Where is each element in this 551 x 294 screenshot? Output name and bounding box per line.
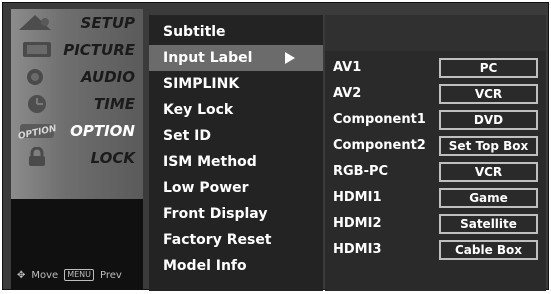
prev-label: Prev (100, 269, 122, 281)
menu-item-key-lock[interactable]: Key Lock (149, 97, 323, 123)
menu-item-label: Set ID (163, 128, 211, 144)
submenu-arrow-icon (285, 52, 295, 64)
nav-option[interactable]: OPTION OPTION (11, 117, 143, 144)
input-name: AV1 (333, 60, 362, 75)
input-label-panel: AV1 PC AV2 VCR Component1 DVD Component2… (325, 15, 546, 291)
input-label-value[interactable]: VCR (439, 162, 538, 182)
option-icon: OPTION (17, 124, 58, 141)
option-menu: Subtitle Input Label SIMPLINK Key Lock S… (149, 15, 323, 291)
nav-setup-label: SETUP (80, 13, 135, 32)
clock-icon (28, 95, 46, 113)
menu-key-icon: MENU (64, 269, 95, 281)
input-name: AV2 (333, 86, 362, 101)
menu-item-label: Model Info (163, 258, 247, 274)
menu-item-label: Key Lock (163, 102, 234, 118)
input-name: HDMI3 (333, 242, 382, 257)
menu-item-label: SIMPLINK (163, 76, 240, 92)
nav-picture-label: PICTURE (63, 40, 135, 59)
menu-item-label: Subtitle (163, 24, 226, 40)
menu-item-label: Input Label (163, 50, 253, 66)
menu-item-model-info[interactable]: Model Info (149, 253, 323, 279)
input-row-hdmi1: HDMI1 Game (325, 185, 546, 211)
nav-picture[interactable]: PICTURE (11, 36, 143, 63)
menu-item-label: Factory Reset (163, 232, 272, 248)
input-name: RGB-PC (333, 164, 389, 179)
input-row-av2: AV2 VCR (325, 81, 546, 107)
category-list: SETUP PICTURE AUDIO TIME OPTION OPTION L… (11, 9, 143, 199)
input-row-hdmi2: HDMI2 Satellite (325, 211, 546, 237)
input-name: HDMI2 (333, 216, 382, 231)
input-name: HDMI1 (333, 190, 382, 205)
nav-audio[interactable]: AUDIO (11, 63, 143, 90)
setup-icon (19, 15, 51, 30)
input-row-hdmi3: HDMI3 Cable Box (325, 237, 546, 263)
lock-icon (29, 147, 45, 166)
menu-item-input-label[interactable]: Input Label (149, 45, 323, 71)
input-label-value[interactable]: VCR (439, 84, 538, 104)
input-label-value[interactable]: PC (439, 58, 538, 78)
input-name: Component2 (333, 138, 426, 153)
menu-item-factory-reset[interactable]: Factory Reset (149, 227, 323, 253)
input-row-component2: Component2 Set Top Box (325, 133, 546, 159)
nav-time-label: TIME (94, 94, 135, 113)
menu-item-label: Front Display (163, 206, 268, 222)
input-name: Component1 (333, 112, 426, 127)
input-label-value[interactable]: Satellite (439, 214, 538, 234)
move-label: Move (31, 269, 59, 281)
input-row-av1: AV1 PC (325, 55, 546, 81)
move-icon: ✥ (17, 269, 26, 281)
nav-option-label: OPTION (70, 121, 135, 140)
menu-item-label: Low Power (163, 180, 249, 196)
input-label-value[interactable]: DVD (439, 110, 538, 130)
audio-icon (27, 69, 43, 85)
input-row-component1: Component1 DVD (325, 107, 546, 133)
nav-lock[interactable]: LOCK (11, 144, 143, 171)
left-category-panel: SETUP PICTURE AUDIO TIME OPTION OPTION L… (11, 9, 143, 289)
menu-item-set-id[interactable]: Set ID (149, 123, 323, 149)
input-label-panel-header (325, 15, 546, 51)
input-label-value[interactable]: Cable Box (439, 240, 538, 260)
nav-setup[interactable]: SETUP (11, 9, 143, 36)
input-label-value[interactable]: Set Top Box (439, 136, 538, 156)
bottom-help: ✥ Move MENU Prev (11, 261, 143, 289)
osd-frame: SETUP PICTURE AUDIO TIME OPTION OPTION L… (2, 2, 549, 291)
nav-time[interactable]: TIME (11, 90, 143, 117)
menu-item-simplink[interactable]: SIMPLINK (149, 71, 323, 97)
menu-item-ism-method[interactable]: ISM Method (149, 149, 323, 175)
nav-lock-label: LOCK (90, 148, 135, 167)
input-row-rgb-pc: RGB-PC VCR (325, 159, 546, 185)
menu-item-subtitle[interactable]: Subtitle (149, 19, 323, 45)
menu-item-front-display[interactable]: Front Display (149, 201, 323, 227)
input-label-value[interactable]: Game (439, 188, 538, 208)
menu-item-label: ISM Method (163, 154, 257, 170)
nav-audio-label: AUDIO (81, 67, 135, 86)
picture-icon (23, 42, 51, 57)
menu-item-low-power[interactable]: Low Power (149, 175, 323, 201)
